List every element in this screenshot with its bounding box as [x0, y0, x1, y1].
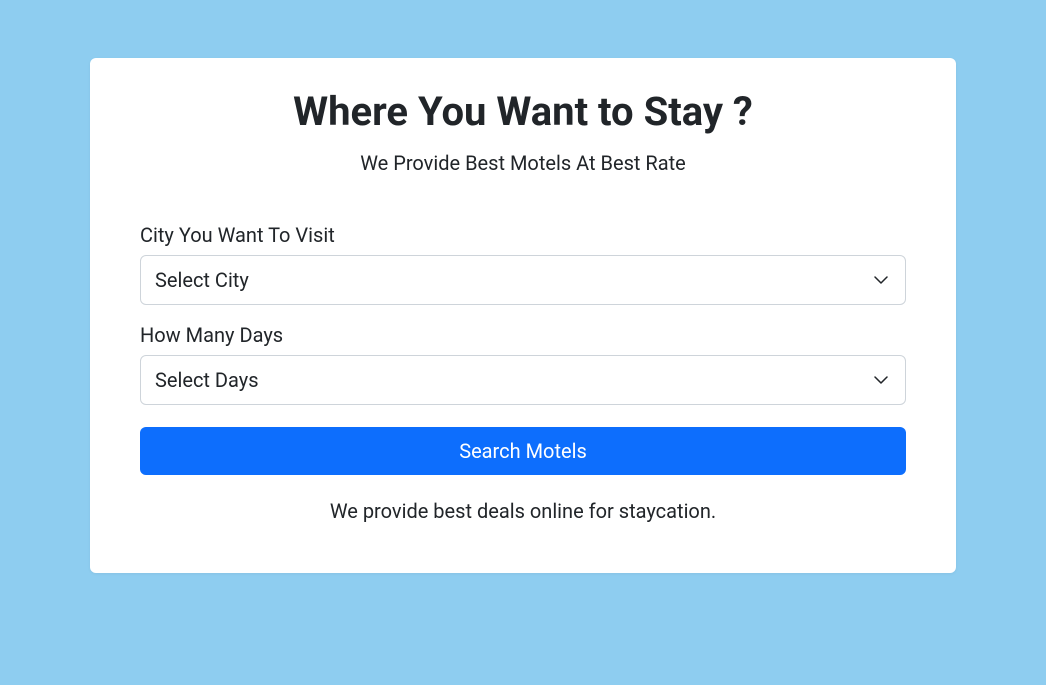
city-label: City You Want To Visit — [140, 223, 906, 247]
page-subtitle: We Provide Best Motels At Best Rate — [140, 151, 906, 175]
days-select-wrapper: Select Days — [140, 355, 906, 405]
page-title: Where You Want to Stay ? — [140, 88, 906, 135]
days-label: How Many Days — [140, 323, 906, 347]
days-select[interactable]: Select Days — [140, 355, 906, 405]
search-button[interactable]: Search Motels — [140, 427, 906, 475]
city-select-wrapper: Select City — [140, 255, 906, 305]
city-field-group: City You Want To Visit Select City — [140, 223, 906, 305]
search-card: Where You Want to Stay ? We Provide Best… — [90, 58, 956, 573]
footer-text: We provide best deals online for staycat… — [140, 499, 906, 523]
city-select[interactable]: Select City — [140, 255, 906, 305]
days-field-group: How Many Days Select Days — [140, 323, 906, 405]
